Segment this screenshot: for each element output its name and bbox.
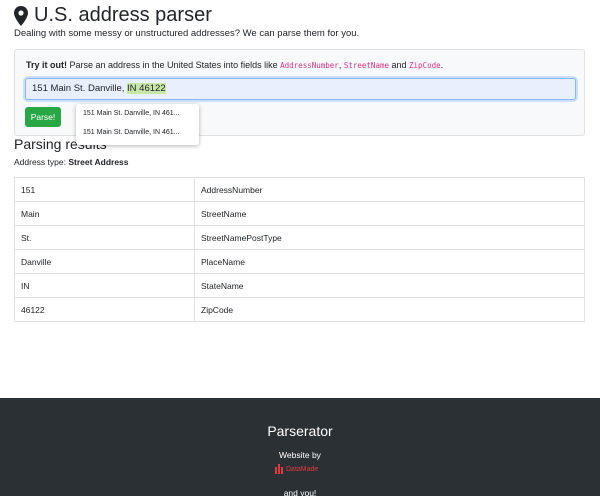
- token-cell: Main: [14, 201, 195, 226]
- token-cell: 151: [14, 177, 195, 202]
- table-row: 46122 ZipCode: [14, 297, 585, 322]
- address-input-text: 151 Main St. Danville,: [32, 83, 128, 94]
- try-it-strong: Try it out!: [26, 60, 67, 70]
- intro-text: Dealing with some messy or unstructured …: [14, 28, 360, 39]
- address-input-autofill-highlight: IN 46122: [127, 83, 166, 94]
- address-type-label: Address type:: [14, 157, 69, 167]
- token-cell: IN: [14, 273, 195, 298]
- label-cell: ZipCode: [194, 297, 585, 322]
- table-row: Main StreetName: [14, 201, 585, 226]
- token-cell: St.: [14, 225, 195, 250]
- results-table: 151 AddressNumber Main StreetName St. Stree…: [14, 177, 585, 322]
- page-header: U.S. address parser: [14, 4, 212, 27]
- datamade-logo[interactable]: DataMade: [275, 464, 318, 474]
- map-pin-icon: [14, 5, 28, 26]
- footer-website-by: Website by: [279, 450, 321, 460]
- separator-period: .: [440, 60, 444, 70]
- table-row: St. StreetNamePostType: [14, 225, 585, 250]
- label-cell: StreetName: [194, 201, 585, 226]
- parse-button[interactable]: Parse!: [25, 107, 61, 127]
- label-cell: AddressNumber: [194, 177, 585, 202]
- label-cell: PlaceName: [194, 249, 585, 274]
- footer-brand: Parserator: [267, 423, 333, 439]
- field-example-street-name: StreetName: [343, 61, 389, 70]
- table-row: IN StateName: [14, 273, 585, 298]
- try-it-desc: Parse an address in the United States in…: [67, 60, 281, 70]
- token-cell: Danville: [14, 249, 195, 274]
- field-example-address-number: AddressNumber: [280, 61, 339, 70]
- label-cell: StateName: [194, 273, 585, 298]
- try-it-text: Try it out! Parse an address in the Unit…: [26, 60, 443, 70]
- token-cell: 46122: [14, 297, 195, 322]
- site-footer: Parserator Website by DataMade and you!: [0, 398, 600, 498]
- table-row: 151 AddressNumber: [14, 177, 585, 202]
- address-type: Address type: Street Address: [14, 157, 129, 167]
- separator-and: and: [389, 60, 410, 70]
- table-row: Danville PlaceName: [14, 249, 585, 274]
- footer-and-you: and you!: [283, 488, 317, 498]
- datamade-logo-text: DataMade: [286, 465, 319, 473]
- address-type-value: Street Address: [68, 157, 129, 167]
- field-example-zip-code: ZipCode: [409, 61, 441, 70]
- datamade-logo-icon: [275, 464, 283, 474]
- autocomplete-suggestion[interactable]: 151 Main St. Danville, IN 461...: [76, 123, 199, 142]
- page-title: U.S. address parser: [34, 4, 212, 26]
- autocomplete-suggestion[interactable]: 151 Main St. Danville, IN 461...: [76, 104, 199, 123]
- label-cell: StreetNamePostType: [194, 225, 585, 250]
- autocomplete-dropdown: 151 Main St. Danville, IN 461... 151 Mai…: [76, 104, 199, 145]
- address-input[interactable]: 151 Main St. Danville, IN 46122: [25, 78, 576, 100]
